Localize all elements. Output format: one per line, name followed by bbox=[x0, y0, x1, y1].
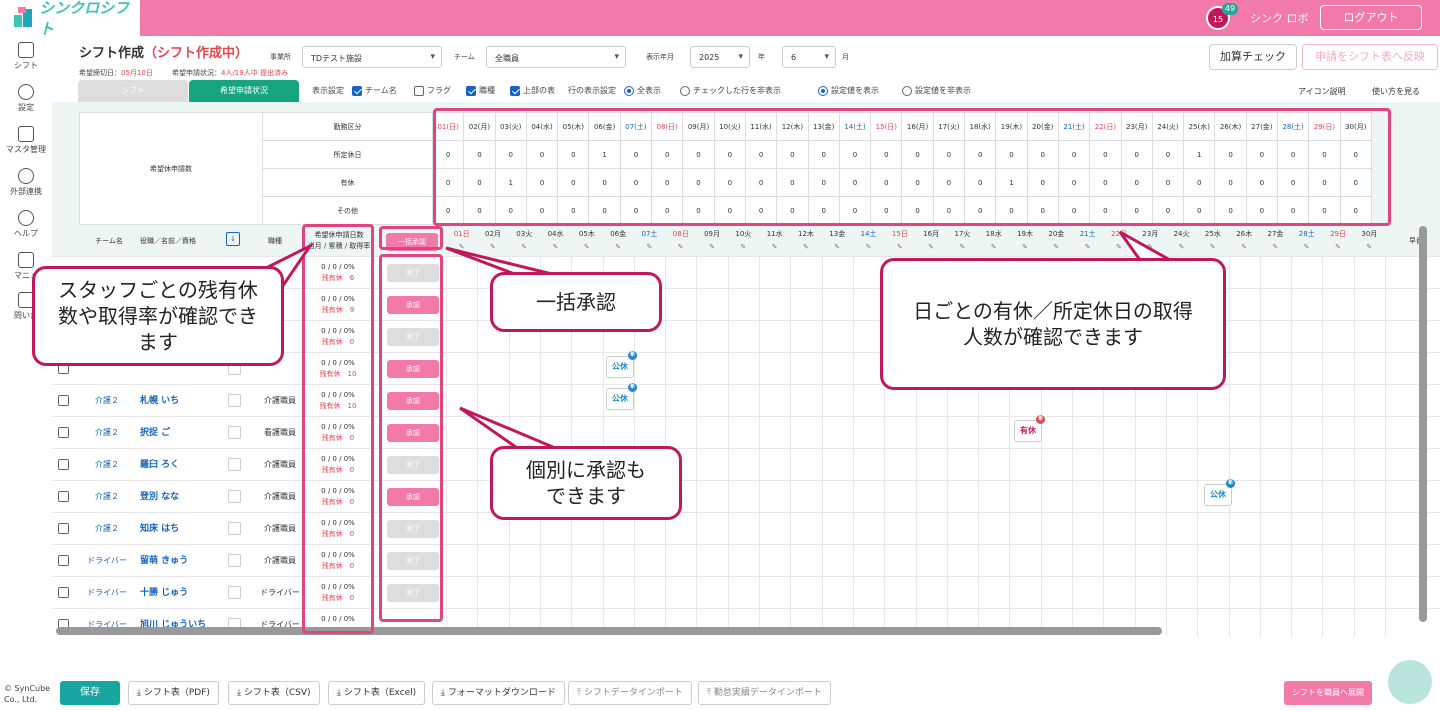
download-icon: ⤓ bbox=[237, 688, 244, 698]
download-icon: ⤓ bbox=[441, 688, 448, 698]
pointer-daily bbox=[1118, 230, 1176, 262]
button-label: シフト表（CSV) bbox=[243, 688, 311, 698]
format-download-button[interactable]: ⤓ フォーマットダウンロード bbox=[432, 681, 565, 705]
callout-bulk-approve: 一括承認 bbox=[490, 272, 662, 332]
button-label: 勤怠実績データインポート bbox=[713, 688, 822, 698]
download-icon: ⤓ bbox=[337, 688, 344, 698]
save-button[interactable]: 保存 bbox=[60, 681, 120, 705]
pointer-individual bbox=[459, 406, 561, 452]
button-label: フォーマットダウンロード bbox=[447, 688, 556, 698]
button-label: シフト表（PDF) bbox=[143, 688, 210, 698]
download-icon: ⤓ bbox=[137, 688, 144, 698]
callout-staff-remaining: スタッフごとの残有休数や取得率が確認できます bbox=[32, 266, 284, 366]
expand-shift-button[interactable]: シフトを職員へ展開 bbox=[1284, 681, 1372, 705]
upload-icon: ⤒ bbox=[707, 688, 714, 698]
callout-individual-approve: 個別に承認もできます bbox=[490, 446, 682, 520]
export-excel-button[interactable]: ⤓ シフト表（Excel) bbox=[328, 681, 426, 705]
export-csv-button[interactable]: ⤓ シフト表（CSV) bbox=[228, 681, 320, 705]
copyright: © SynCube Co., Ltd. bbox=[4, 684, 51, 704]
button-label: シフトデータインポート bbox=[583, 688, 683, 698]
upload-icon: ⤒ bbox=[577, 688, 584, 698]
button-label: シフト表（Excel) bbox=[343, 688, 417, 698]
assistant-robot-icon[interactable] bbox=[1388, 660, 1432, 704]
shift-import-button[interactable]: ⤒ シフトデータインポート bbox=[568, 681, 692, 705]
callout-daily-summary: 日ごとの有休／所定休日の取得人数が確認できます bbox=[880, 258, 1226, 390]
export-pdf-button[interactable]: ⤓ シフト表（PDF) bbox=[128, 681, 219, 705]
attendance-import-button[interactable]: ⤒ 勤怠実績データインポート bbox=[698, 681, 831, 705]
